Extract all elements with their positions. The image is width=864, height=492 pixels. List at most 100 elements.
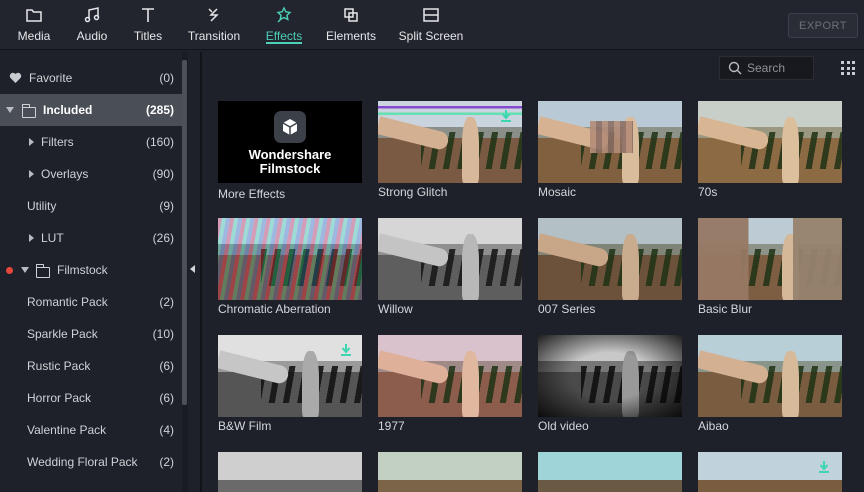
sidebar-item-valentine-pack[interactable]: Valentine Pack (4) [0,414,182,446]
top-toolbar: Media Audio Titles Transition Effects El… [0,0,864,50]
tab-label: Elements [325,29,377,43]
tab-titles[interactable]: Titles [131,0,165,50]
sidebar-item-label: Wedding Floral Pack [27,455,138,469]
download-icon[interactable] [341,344,351,356]
tab-label: Effects [265,29,303,43]
effect-thumbnail-bw-film[interactable] [218,335,362,417]
brand-text-line2: Filmstock [259,161,321,176]
tab-elements[interactable]: Elements [325,0,377,50]
heart-icon [9,72,22,83]
tab-label: Split Screen [398,29,464,43]
effect-thumbnail-aibao[interactable] [698,335,842,417]
effect-thumbnail-basic-blur[interactable] [698,218,842,300]
sidebar-item-label: Sparkle Pack [27,327,98,341]
collapse-sidebar-icon[interactable] [190,265,195,273]
tab-transition[interactable]: Transition [187,0,241,50]
effects-icon [276,6,292,23]
sidebar-item-count: (26) [152,231,174,245]
download-icon[interactable] [501,110,511,122]
new-badge-dot [6,266,13,274]
sidebar-item-label: LUT [41,231,64,245]
effect-thumbnail-1977[interactable] [378,335,522,417]
effect-thumbnail-strong-glitch[interactable] [378,101,522,183]
sidebar-item-wedding-floral-pack[interactable]: Wedding Floral Pack (2) [0,446,182,478]
effect-thumbnail-mosaic[interactable] [538,101,682,183]
effect-title: Strong Glitch [378,185,448,199]
sidebar-item-label: Favorite [29,71,73,85]
sidebar-item-count: (2) [159,455,174,469]
effect-thumbnail[interactable] [538,452,682,492]
sidebar-item-overlays[interactable]: Overlays (90) [0,158,182,190]
effect-title: Chromatic Aberration [218,302,331,316]
sidebar-item-favorite[interactable]: Favorite (0) [0,62,182,94]
tab-label: Titles [133,29,163,43]
sidebar-item-utility[interactable]: Utility (9) [0,190,182,222]
sidebar-item-romantic-pack[interactable]: Romantic Pack (2) [0,286,182,318]
search-placeholder: Search [747,61,786,75]
brand-text-line1: Wondershare [248,147,332,162]
effect-thumbnail[interactable] [218,452,362,492]
sidebar-item-label: Valentine Pack [27,423,107,437]
sidebar-item-count: (285) [145,103,174,117]
effect-thumbnail-chromatic-aberration[interactable] [218,218,362,300]
sidebar-item-label: Overlays [41,167,89,181]
category-sidebar: Favorite (0) Included (285) Filters (160… [0,52,190,492]
sidebar-item-count: (4) [159,423,174,437]
panel-divider [200,52,202,492]
search-icon [728,61,742,75]
filmstock-logo-icon [274,111,306,143]
text-icon [142,8,154,22]
sidebar-scrollbar-thumb[interactable] [182,60,187,405]
download-icon[interactable] [819,461,829,473]
sidebar-item-count: (10) [152,327,174,341]
chevron-down-icon [21,267,29,273]
effect-thumbnail[interactable] [378,452,522,492]
sidebar-item-sparkle-pack[interactable]: Sparkle Pack (10) [0,318,182,350]
tab-effects[interactable]: Effects [264,0,304,50]
folder-icon [26,9,42,22]
sidebar-item-horror-pack[interactable]: Horror Pack (6) [0,382,182,414]
effect-title: Willow [378,302,413,316]
sidebar-item-included[interactable]: Included (285) [0,94,182,126]
effect-thumbnail-old-video[interactable] [538,335,682,417]
sidebar-item-label: Romantic Pack [27,295,108,309]
folder-icon [35,264,50,278]
chevron-right-icon [29,170,34,178]
effect-title: Old video [538,419,589,433]
tab-audio[interactable]: Audio [74,0,110,50]
sidebar-item-count: (9) [159,199,174,213]
sidebar-item-rustic-pack[interactable]: Rustic Pack (6) [0,350,182,382]
sidebar-item-count: (0) [159,71,174,85]
split-screen-icon [423,8,439,22]
sidebar-item-label: Included [43,103,93,117]
sidebar-item-filmstock[interactable]: Filmstock [0,254,182,286]
sidebar-item-label: Horror Pack [27,391,92,405]
sidebar-item-label: Filmstock [57,263,108,277]
sidebar-item-label: Filters [41,135,74,149]
elements-icon [344,8,358,22]
effect-title: 1977 [378,419,405,433]
tab-label: Media [17,29,51,43]
sidebar-item-filters[interactable]: Filters (160) [0,126,182,158]
grid-view-icon[interactable] [841,61,855,75]
effect-title: More Effects [218,187,286,201]
effect-thumbnail-007-series[interactable] [538,218,682,300]
effect-title: Aibao [698,419,729,433]
effect-title: 70s [698,185,718,199]
chevron-right-icon [29,138,34,146]
sidebar-item-label: Utility [27,199,57,213]
search-input[interactable]: Search [719,56,814,80]
effect-thumbnail-70s[interactable] [698,101,842,183]
effect-thumbnail[interactable] [698,452,842,492]
effect-thumbnail-willow[interactable] [378,218,522,300]
effect-title: B&W Film [218,419,272,433]
effect-thumbnail-more-effects[interactable]: Wondershare Filmstock [218,101,362,183]
tab-media[interactable]: Media [14,0,54,50]
export-button[interactable]: EXPORT [788,13,858,38]
sidebar-item-lut[interactable]: LUT (26) [0,222,182,254]
sidebar-item-count: (160) [145,135,174,149]
chevron-down-icon [6,107,14,113]
tab-split-screen[interactable]: Split Screen [398,0,464,50]
transition-icon [208,8,219,22]
effect-title: 007 Series [538,302,596,316]
